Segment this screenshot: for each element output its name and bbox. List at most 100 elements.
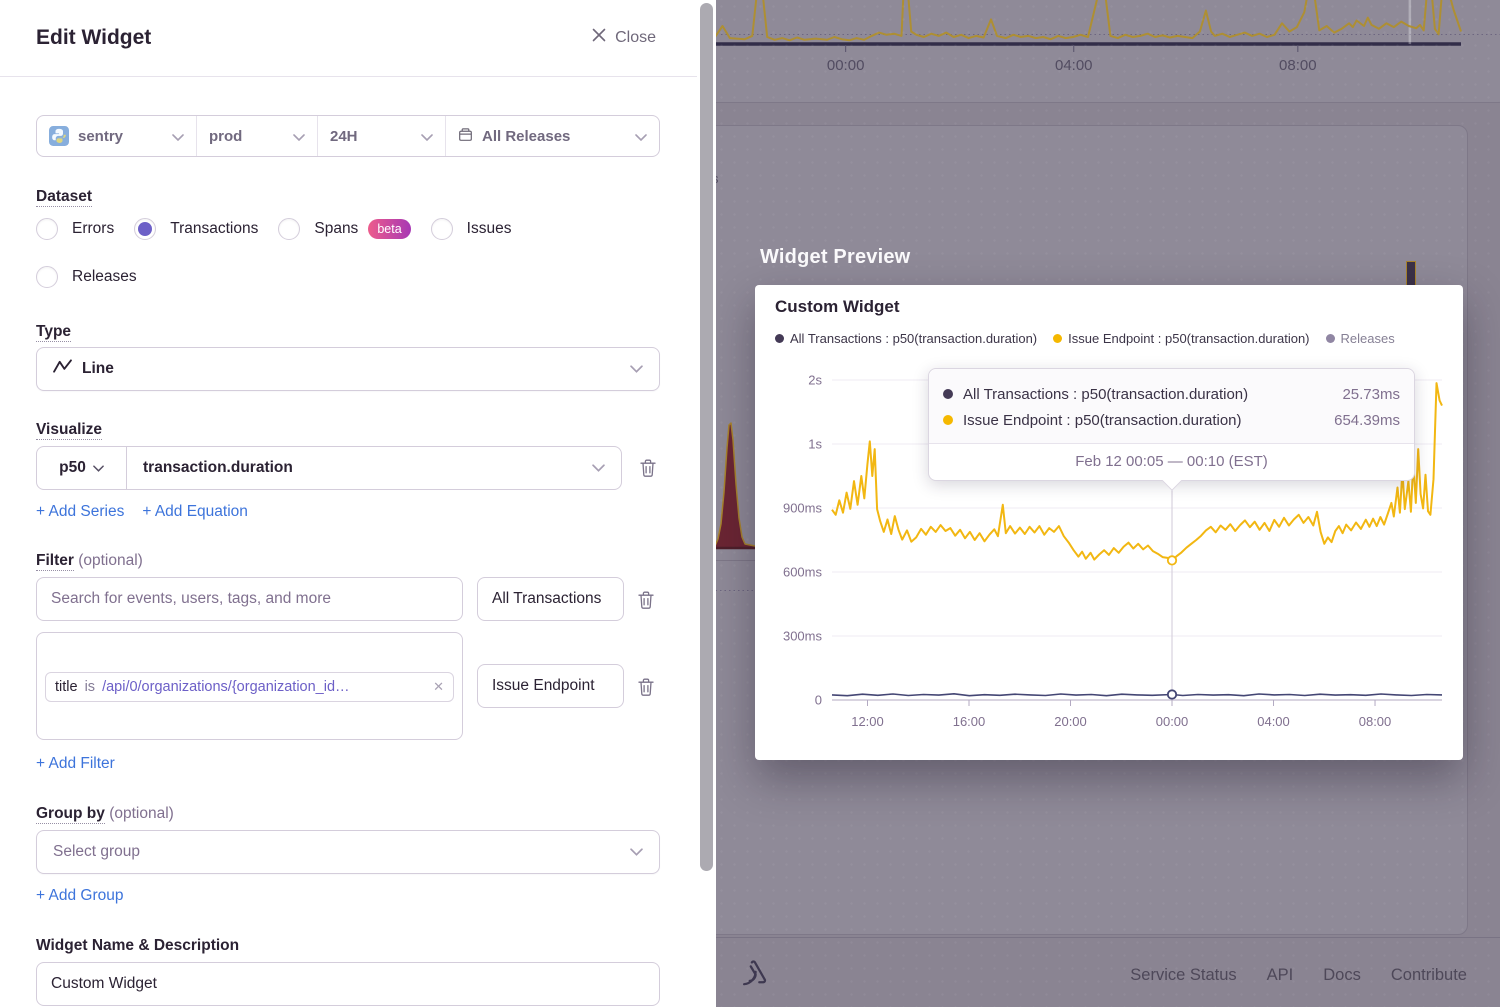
tooltip-dot-dark — [943, 389, 953, 399]
svg-text:0: 0 — [815, 693, 822, 708]
background-chart-panel: 00:00 04:00 08:00 — [702, 0, 1500, 103]
radio-circle[interactable] — [431, 218, 453, 240]
page-footer: Service Status API Docs Contribute — [702, 937, 1500, 1007]
project-select[interactable]: sentry — [37, 116, 197, 156]
add-filter-link[interactable]: + Add Filter — [36, 755, 115, 773]
legend-item-all-transactions[interactable]: All Transactions : p50(transaction.durat… — [775, 331, 1037, 346]
tooltip-series-rows: All Transactions : p50(transaction.durat… — [929, 369, 1414, 443]
chevron-down-icon — [421, 128, 433, 145]
svg-text:300ms: 300ms — [783, 629, 823, 644]
type-label: Type — [36, 323, 71, 341]
legend-item-issue-endpoint[interactable]: Issue Endpoint : p50(transaction.duratio… — [1053, 331, 1309, 346]
edit-widget-modal: Edit Widget Close sentry prod 24H — [0, 0, 698, 1007]
close-icon — [592, 28, 606, 47]
filter-search-input[interactable] — [36, 577, 463, 621]
svg-text:04:00: 04:00 — [1055, 57, 1093, 74]
footer-link-service-status[interactable]: Service Status — [1130, 966, 1236, 985]
trash-icon — [638, 591, 654, 609]
delete-series-button[interactable] — [636, 455, 660, 481]
widget-preview-card[interactable]: Custom Widget All Transactions : p50(tra… — [755, 285, 1463, 760]
footer-link-api[interactable]: API — [1267, 966, 1294, 985]
background-top-chart: 00:00 04:00 08:00 — [703, 0, 1500, 103]
delete-filter-button-1[interactable] — [634, 587, 658, 613]
environment-select[interactable]: prod — [197, 116, 318, 156]
svg-text:900ms: 900ms — [783, 501, 823, 516]
svg-text:12:00: 12:00 — [851, 714, 884, 729]
legend-item-releases[interactable]: Releases — [1326, 331, 1395, 346]
chart-tooltip: All Transactions : p50(transaction.durat… — [928, 368, 1415, 481]
trash-icon — [638, 678, 654, 696]
release-select[interactable]: All Releases — [446, 116, 659, 156]
footer-links: Service Status API Docs Contribute — [1130, 966, 1467, 985]
chart-legend: All Transactions : p50(transaction.durat… — [775, 331, 1395, 346]
trash-icon — [640, 459, 656, 477]
close-button[interactable]: Close — [592, 28, 656, 47]
radio-issues[interactable]: Issues — [431, 218, 512, 240]
aggregate-select[interactable]: p50 — [37, 447, 127, 489]
add-group-link[interactable]: + Add Group — [36, 887, 123, 905]
chevron-down-icon — [93, 459, 104, 477]
radio-circle[interactable] — [36, 266, 58, 288]
dataset-label: Dataset — [36, 188, 92, 206]
group-by-label: Group by (optional) — [36, 805, 174, 823]
radio-errors[interactable]: Errors — [36, 218, 114, 240]
delete-filter-button-2[interactable] — [634, 674, 658, 700]
footer-link-contribute[interactable]: Contribute — [1391, 966, 1467, 985]
radio-spans[interactable]: Spans beta — [278, 218, 410, 240]
preview-card-title: Custom Widget — [775, 297, 900, 317]
svg-text:08:00: 08:00 — [1359, 714, 1392, 729]
svg-text:08:00: 08:00 — [1279, 57, 1317, 74]
releases-icon — [458, 127, 473, 146]
chevron-down-icon — [635, 128, 647, 145]
dataset-options-row1: Errors Transactions Spans beta Issues — [36, 218, 511, 240]
tooltip-dot-yellow — [943, 415, 953, 425]
filter-query-builder[interactable]: title is /api/0/organizations/{organizat… — [36, 632, 463, 740]
remove-token-icon[interactable]: ✕ — [433, 679, 444, 695]
beta-badge: beta — [368, 219, 410, 239]
add-equation-link[interactable]: + Add Equation — [142, 503, 248, 521]
chevron-down-icon — [293, 128, 305, 145]
radio-transactions[interactable]: Transactions — [134, 218, 258, 240]
svg-text:00:00: 00:00 — [1156, 714, 1189, 729]
add-series-link[interactable]: + Add Series — [36, 503, 124, 521]
visualize-row: p50 transaction.duration — [36, 446, 660, 490]
visualize-label: Visualize — [36, 421, 102, 439]
svg-text:2s: 2s — [808, 373, 822, 388]
field-select[interactable]: transaction.duration — [127, 447, 621, 489]
chevron-down-icon — [630, 360, 643, 378]
svg-text:04:00: 04:00 — [1257, 714, 1290, 729]
legend-dot-dark — [775, 334, 784, 343]
filter-alias-input-2[interactable] — [477, 664, 624, 708]
visualize-field-group: p50 transaction.duration — [36, 446, 622, 490]
svg-text:00:00: 00:00 — [827, 57, 865, 74]
modal-scrollbar-thumb[interactable] — [700, 3, 713, 871]
visualize-actions: + Add Series + Add Equation — [36, 503, 248, 521]
date-range-select[interactable]: 24H — [318, 116, 446, 156]
page-filter-bar: sentry prod 24H All Releases — [36, 115, 660, 157]
dataset-options-row2: Releases — [36, 266, 137, 288]
svg-text:1s: 1s — [808, 437, 822, 452]
widget-preview-heading: Widget Preview — [760, 246, 910, 269]
modal-header: Edit Widget Close — [0, 0, 698, 77]
chevron-down-icon — [172, 128, 184, 145]
radio-circle[interactable] — [36, 218, 58, 240]
filter-alias-input-1[interactable] — [477, 577, 624, 621]
footer-link-docs[interactable]: Docs — [1323, 966, 1361, 985]
tooltip-row: All Transactions : p50(transaction.durat… — [943, 381, 1400, 407]
modal-scrollbar-track[interactable] — [697, 0, 716, 1007]
chart-type-select[interactable]: Line — [36, 347, 660, 391]
python-project-icon — [49, 126, 69, 146]
group-by-select[interactable]: Select group — [36, 830, 660, 874]
svg-text:16:00: 16:00 — [953, 714, 986, 729]
legend-dot-yellow — [1053, 334, 1062, 343]
widget-name-label: Widget Name & Description — [36, 937, 239, 955]
line-chart-icon — [53, 359, 72, 379]
filter-label: Filter (optional) — [36, 552, 143, 570]
radio-circle-selected[interactable] — [134, 218, 156, 240]
widget-name-input[interactable] — [36, 962, 660, 1006]
filter-token-title[interactable]: title is /api/0/organizations/{organizat… — [45, 672, 454, 702]
chevron-down-icon — [592, 459, 605, 477]
radio-circle[interactable] — [278, 218, 300, 240]
svg-text:20:00: 20:00 — [1054, 714, 1087, 729]
radio-releases[interactable]: Releases — [36, 266, 137, 288]
